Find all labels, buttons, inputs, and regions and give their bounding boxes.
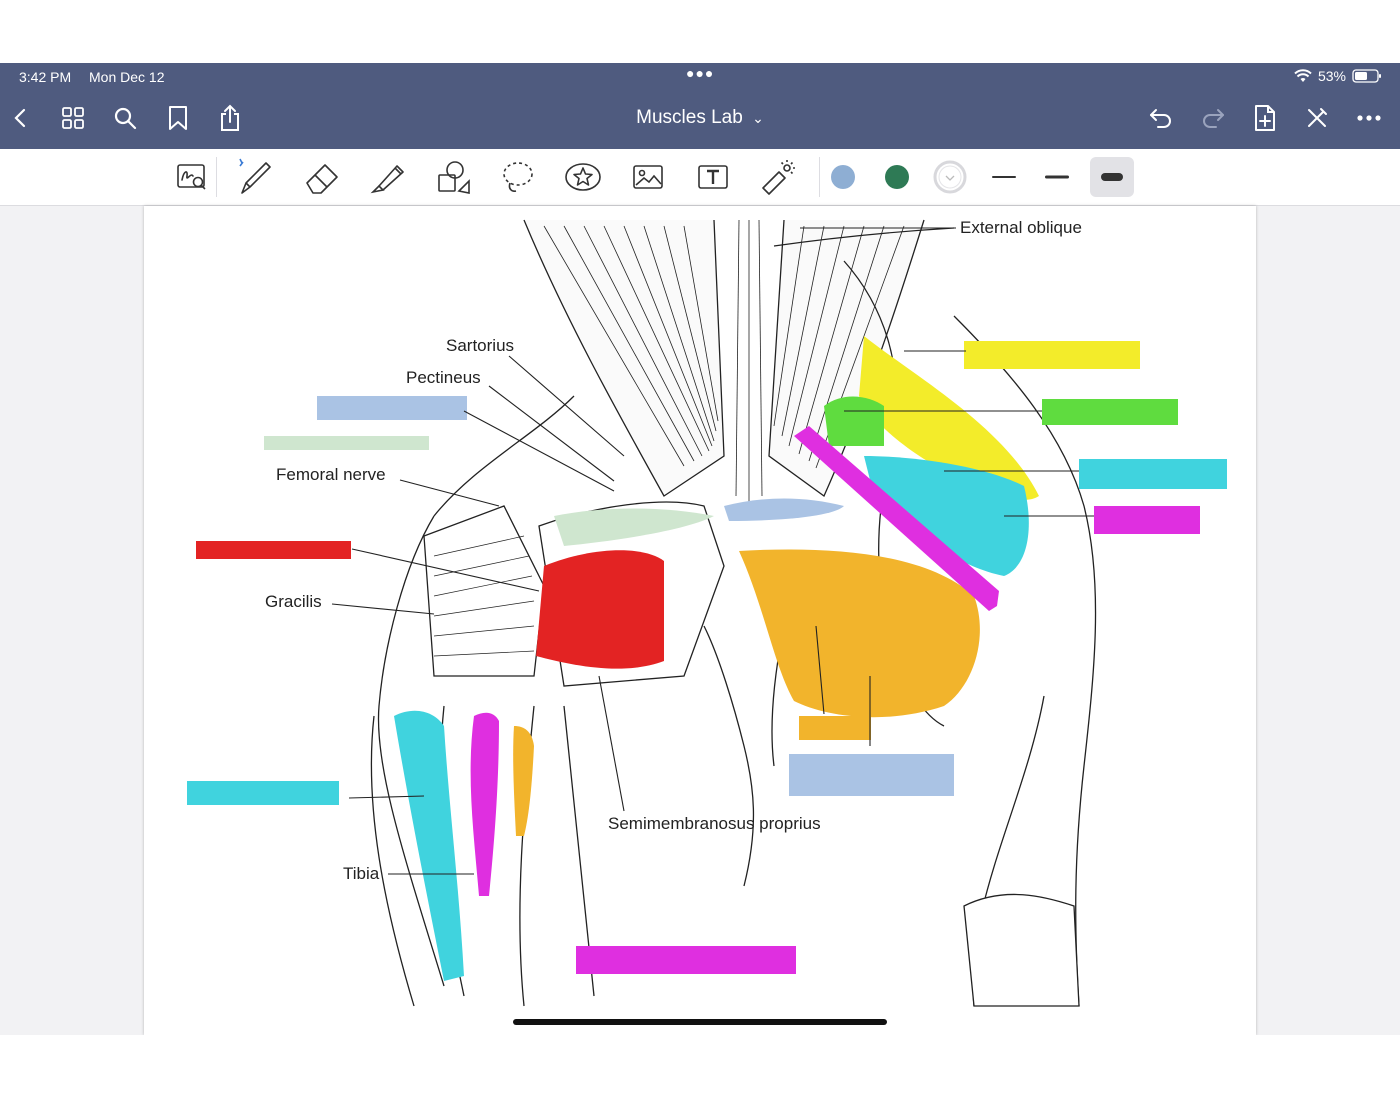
lb-mint-highlight xyxy=(264,436,429,450)
share-icon[interactable] xyxy=(215,103,245,133)
lb-cyan-highlight xyxy=(1079,459,1227,489)
redo-icon[interactable] xyxy=(1198,103,1228,133)
label-gracilis: Gracilis xyxy=(265,592,322,611)
zoom-handwriting-icon[interactable] xyxy=(172,157,212,197)
toolbar-divider xyxy=(216,157,217,197)
color-swatch-lightblue[interactable] xyxy=(823,157,863,197)
lasso-icon[interactable] xyxy=(498,157,538,197)
battery-icon xyxy=(1352,69,1381,83)
hl-red-highlight xyxy=(536,550,664,669)
label-external-oblique: External oblique xyxy=(960,218,1082,237)
chevron-down-icon: ⌄ xyxy=(752,110,764,126)
status-time: 3:42 PM xyxy=(19,69,72,85)
document-nav-bar: Muscles Lab ⌄ xyxy=(0,91,1400,149)
sticker-icon[interactable] xyxy=(563,157,603,197)
hl-green-highlight xyxy=(824,396,884,446)
hl-magenta-leg-highlight xyxy=(470,712,499,896)
lb-orange-c-highlight xyxy=(799,716,871,740)
hl-cyan-leg-highlight xyxy=(394,710,464,981)
label-sartorius: Sartorius xyxy=(446,336,515,355)
wifi-icon xyxy=(1294,69,1312,82)
pen-off-icon[interactable] xyxy=(1302,103,1332,133)
highlighter-icon[interactable] xyxy=(368,157,408,197)
lb-green-highlight xyxy=(1042,399,1178,425)
home-indicator[interactable] xyxy=(513,1019,887,1025)
status-date: Mon Dec 12 xyxy=(89,69,165,85)
bookmark-icon[interactable] xyxy=(163,103,193,133)
status-bar: 3:42 PM Mon Dec 12 ●●● 53% xyxy=(0,63,1400,91)
lb-cyan-l-highlight xyxy=(187,781,339,805)
shapes-icon[interactable] xyxy=(433,157,473,197)
color-swatch-white[interactable] xyxy=(930,157,970,197)
search-icon[interactable] xyxy=(110,103,140,133)
document-title[interactable]: Muscles Lab ⌄ xyxy=(600,107,800,129)
undo-icon[interactable] xyxy=(1146,103,1176,133)
color-swatch-green[interactable] xyxy=(877,157,917,197)
label-femoral-nerve: Femoral nerve xyxy=(276,465,386,484)
text-icon[interactable] xyxy=(693,157,733,197)
ipad-screen: 3:42 PM Mon Dec 12 ●●● 53% Muscles Lab ⌄… xyxy=(0,63,1400,1035)
back-icon[interactable] xyxy=(6,103,36,133)
document-page[interactable]: External oblique Sartorius Pectineus Fem… xyxy=(144,206,1256,1035)
document-title-text: Muscles Lab xyxy=(636,107,743,128)
stroke-medium-option[interactable] xyxy=(1038,157,1078,197)
battery-percent: 53% xyxy=(1317,68,1346,84)
lb-lightblue-c-highlight xyxy=(789,754,954,796)
anatomy-illustration xyxy=(187,219,1227,1007)
lb-yellow-highlight xyxy=(964,341,1140,369)
label-pectineus: Pectineus xyxy=(406,368,481,387)
eraser-icon[interactable] xyxy=(302,157,342,197)
hl-lightblue1-highlight xyxy=(724,498,844,521)
grid-icon[interactable] xyxy=(58,103,88,133)
status-right: 53% xyxy=(1294,68,1382,84)
lb-magenta-highlight xyxy=(1094,506,1200,534)
pen-icon[interactable] xyxy=(236,157,276,197)
lb-magenta-b-highlight xyxy=(576,946,796,974)
image-icon[interactable] xyxy=(628,157,668,197)
hl-orange-highlight xyxy=(739,549,980,718)
label-tibia: Tibia xyxy=(343,864,380,883)
lb-red-highlight xyxy=(196,541,351,559)
more-icon[interactable] xyxy=(1354,103,1384,133)
laser-pointer-icon[interactable] xyxy=(758,157,798,197)
toolbar-divider xyxy=(819,157,820,197)
color-dot-lightblue xyxy=(831,165,855,189)
stroke-thick-option[interactable] xyxy=(1090,157,1134,197)
lb-lightblue-l-highlight xyxy=(317,396,467,420)
annotation-toolbar xyxy=(0,149,1400,206)
hl-orange-leg-highlight xyxy=(513,726,534,836)
label-semimembranosus: Semimembranosus proprius xyxy=(608,814,821,833)
add-page-icon[interactable] xyxy=(1250,103,1280,133)
stroke-thin-option[interactable] xyxy=(985,157,1025,197)
multitasking-dots-icon[interactable]: ●●● xyxy=(686,65,714,81)
